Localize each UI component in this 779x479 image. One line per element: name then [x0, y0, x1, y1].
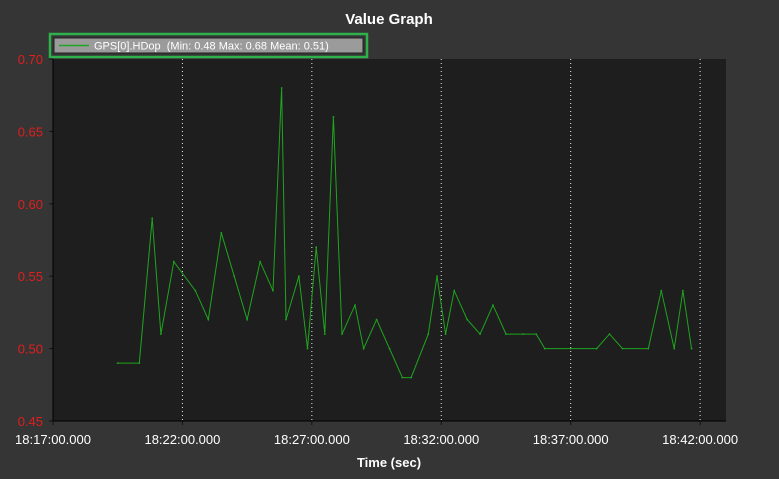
- data-point: [259, 260, 261, 263]
- data-point: [673, 347, 676, 350]
- data-point: [172, 260, 175, 263]
- data-point: [543, 347, 546, 350]
- data-point: [354, 304, 356, 307]
- y-tick-label: 0.55: [18, 269, 43, 284]
- x-tick-label: 18:42:00.000: [662, 432, 738, 447]
- data-point: [690, 347, 693, 350]
- data-point: [444, 333, 447, 335]
- data-point: [375, 318, 378, 321]
- data-point: [466, 318, 469, 321]
- x-tick-label: 18:37:00.000: [533, 432, 609, 447]
- data-point: [341, 333, 343, 335]
- data-point: [151, 217, 154, 220]
- x-tick-label: 18:27:00.000: [274, 432, 350, 447]
- chart-svg: Value Graph 0.45 0.50 0.55 0.60 0.65 0.70 18:1…: [15, 11, 738, 470]
- data-point: [608, 333, 611, 335]
- data-point: [160, 333, 162, 335]
- data-point: [246, 318, 249, 321]
- y-tick-label: 0.45: [18, 414, 43, 429]
- y-tick-label: 0.65: [18, 124, 43, 139]
- y-tick-label: 0.50: [18, 342, 43, 357]
- y-tick-label: 0.60: [18, 197, 43, 212]
- data-point: [569, 347, 572, 350]
- data-point: [138, 362, 141, 364]
- x-tick-label: 18:22:00.000: [144, 432, 220, 447]
- data-point: [280, 87, 283, 89]
- data-point: [647, 347, 650, 350]
- data-point: [194, 289, 197, 292]
- value-graph: Value Graph 0.45 0.50 0.55 0.60 0.65 0.70 18:1…: [0, 0, 779, 479]
- data-point: [436, 275, 438, 278]
- data-point: [505, 333, 507, 335]
- data-point: [660, 289, 663, 292]
- data-point: [285, 318, 287, 321]
- data-point: [220, 231, 223, 234]
- data-point: [332, 116, 335, 118]
- data-point: [272, 289, 274, 292]
- data-point: [207, 318, 210, 321]
- data-point: [522, 333, 525, 335]
- data-point: [410, 376, 412, 379]
- chart-title: Value Graph: [345, 11, 433, 28]
- data-point: [116, 362, 119, 364]
- data-point: [535, 333, 538, 335]
- data-point: [427, 333, 430, 335]
- data-point: [362, 347, 365, 350]
- data-point: [233, 275, 236, 278]
- data-point: [401, 376, 404, 379]
- legend-label: GPS[0].HDop (Min: 0.48 Max: 0.68 Mean: 0…: [94, 41, 329, 53]
- data-point: [492, 304, 494, 307]
- data-point: [621, 347, 624, 350]
- data-point: [306, 347, 309, 350]
- data-point: [479, 333, 481, 335]
- x-tick-label: 18:17:00.000: [15, 432, 91, 447]
- data-point: [388, 347, 391, 350]
- x-axis-label: Time (sec): [357, 455, 421, 470]
- data-point: [595, 347, 598, 350]
- y-tick-label: 0.70: [18, 52, 43, 67]
- data-point: [323, 333, 326, 335]
- data-point: [298, 275, 300, 278]
- data-point: [315, 246, 318, 249]
- data-point: [453, 289, 456, 292]
- x-tick-label: 18:32:00.000: [403, 432, 479, 447]
- legend[interactable]: GPS[0].HDop (Min: 0.48 Max: 0.68 Mean: 0…: [48, 32, 369, 59]
- data-point: [682, 289, 684, 292]
